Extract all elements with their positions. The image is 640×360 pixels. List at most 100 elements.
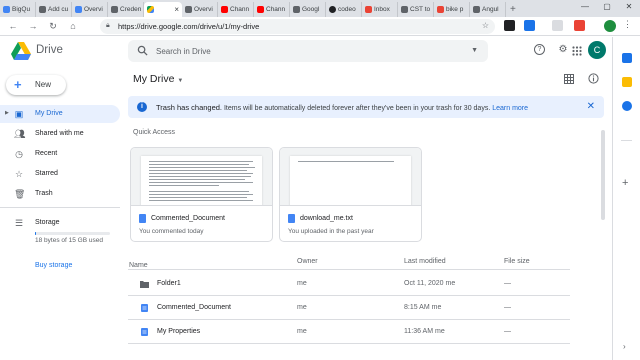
page-title[interactable]: My Drive ▼: [133, 73, 183, 85]
storage-progress-fill: [35, 232, 37, 235]
storage-icon: ☰: [14, 218, 24, 228]
dropdown-caret-icon: ▼: [177, 78, 184, 84]
browser-menu-icon[interactable]: ⋮: [623, 19, 632, 30]
browser-tab[interactable]: Overvi: [72, 2, 108, 17]
grid-view-icon[interactable]: [564, 74, 574, 84]
minimize-button[interactable]: —: [574, 0, 596, 14]
info-icon[interactable]: [588, 73, 599, 84]
thumbnail-page: [290, 156, 411, 205]
back-arrow-icon[interactable]: ←: [6, 21, 20, 31]
extension-icon[interactable]: [524, 20, 535, 31]
account-avatar[interactable]: C: [588, 41, 606, 59]
banner-body: Items will be automatically deleted fore…: [222, 105, 493, 112]
browser-tab[interactable]: Creden: [108, 2, 144, 17]
sidebar-item-label: Starred: [35, 170, 58, 177]
card-file-name: Commented_Document: [151, 215, 225, 222]
sidebar-item-starred[interactable]: ☆ Starred: [0, 165, 120, 183]
browser-tab[interactable]: Overvi: [182, 2, 218, 17]
table-row[interactable]: Commented_Document me 8:15 AM me —: [128, 296, 570, 320]
scrollbar[interactable]: [601, 130, 605, 220]
keep-icon[interactable]: [622, 77, 632, 87]
reload-icon[interactable]: ↻: [46, 21, 60, 32]
learn-more-link[interactable]: Learn more: [492, 105, 528, 112]
new-button[interactable]: + New: [6, 75, 66, 95]
browser-tab[interactable]: Chann: [218, 2, 254, 17]
tab-label: Chann: [266, 6, 286, 13]
forward-arrow-icon[interactable]: →: [26, 21, 40, 31]
tab-favicon-icon: [3, 6, 10, 13]
card-activity: You commented today: [139, 228, 204, 235]
browser-tab[interactable]: Add cu: [36, 2, 72, 17]
buy-storage-link[interactable]: Buy storage: [35, 262, 72, 269]
table-row[interactable]: My Properties me 11:36 AM me —: [128, 320, 570, 344]
close-window-button[interactable]: ✕: [618, 0, 640, 14]
close-tab-icon[interactable]: ×: [174, 5, 179, 14]
tab-favicon-icon: [437, 6, 444, 13]
browser-tab-active[interactable]: ×: [144, 2, 182, 17]
browser-tab[interactable]: Chann: [254, 2, 290, 17]
search-icon[interactable]: [137, 45, 148, 56]
extension-icon[interactable]: [552, 20, 563, 31]
browser-profile-avatar[interactable]: [604, 20, 616, 32]
settings-gear-icon[interactable]: ⚙: [557, 44, 569, 56]
drive-logo-icon[interactable]: [11, 42, 31, 60]
panel-divider: [621, 140, 632, 141]
card-file-name: download_me.txt: [300, 215, 353, 222]
extension-icon[interactable]: [504, 20, 515, 31]
file-name: My Properties: [157, 328, 201, 335]
youtube-favicon-icon: [257, 6, 264, 13]
app-name[interactable]: Drive: [36, 44, 63, 56]
hide-panel-icon[interactable]: ›: [623, 342, 626, 351]
column-modified[interactable]: Last modified: [404, 258, 446, 265]
tab-label: bike p: [446, 6, 464, 13]
address-bar[interactable]: 🔒︎ https://drive.google.com/drive/u/1/my…: [100, 19, 495, 34]
file-modified: Oct 11, 2020 me: [404, 280, 456, 287]
banner-text: Trash has changed. Items will be automat…: [156, 103, 528, 112]
tab-label: CST to: [410, 6, 431, 13]
sidebar-item-shared[interactable]: 👥︎ Shared with me: [0, 125, 120, 143]
sort-arrow-icon[interactable]: ↑: [137, 262, 141, 269]
column-owner[interactable]: Owner: [297, 258, 318, 265]
quick-access-card[interactable]: Commented_Document You commented today: [130, 147, 273, 242]
expand-caret-icon[interactable]: ▶: [5, 110, 9, 116]
youtube-favicon-icon: [221, 6, 228, 13]
table-row[interactable]: Folder1 me Oct 11, 2020 me —: [128, 272, 570, 296]
search-bar[interactable]: Search in Drive ▼: [128, 40, 488, 62]
help-icon[interactable]: ?: [534, 44, 545, 55]
new-tab-button[interactable]: +: [506, 3, 520, 17]
sidebar-item-my-drive[interactable]: ▶ ▣ My Drive: [0, 105, 120, 123]
close-icon[interactable]: ✕: [587, 101, 595, 112]
google-apps-icon[interactable]: [572, 46, 582, 56]
sidebar-item-label: Recent: [35, 150, 58, 157]
column-size[interactable]: File size: [504, 258, 530, 265]
quick-access-card[interactable]: download_me.txt You uploaded in the past…: [279, 147, 422, 242]
browser-tab[interactable]: CST to: [398, 2, 434, 17]
tasks-icon[interactable]: [622, 101, 632, 111]
browser-tab[interactable]: Inbox: [362, 2, 398, 17]
file-name: Commented_Document: [157, 304, 231, 311]
maximize-button[interactable]: ▢: [596, 0, 618, 14]
drive-icon: ▣: [14, 109, 24, 119]
extension-icon[interactable]: [574, 20, 585, 31]
add-addon-icon[interactable]: +: [622, 177, 628, 189]
sidebar-item-recent[interactable]: ◷ Recent: [0, 145, 120, 163]
file-modified: 11:36 AM me: [404, 328, 445, 335]
sidebar-item-label: My Drive: [35, 110, 63, 117]
search-options-icon[interactable]: ▼: [471, 47, 478, 54]
browser-tab[interactable]: bike p: [434, 2, 470, 17]
info-icon: i: [137, 102, 147, 112]
tab-label: Add cu: [48, 6, 69, 13]
sidebar: + New ▶ ▣ My Drive 👥︎ Shared with me ◷ R…: [0, 66, 120, 360]
bookmark-star-icon[interactable]: ☆: [482, 21, 489, 30]
calendar-icon[interactable]: [622, 53, 632, 63]
url-text: https://drive.google.com/drive/u/1/my-dr…: [118, 22, 260, 31]
sidebar-item-trash[interactable]: 🗑︎ Trash: [0, 185, 120, 203]
search-input[interactable]: Search in Drive: [156, 47, 211, 56]
google-docs-icon: [141, 328, 148, 336]
home-icon[interactable]: ⌂: [66, 21, 80, 31]
sidebar-item-storage[interactable]: ☰ Storage: [0, 214, 120, 232]
browser-tab[interactable]: Googl: [290, 2, 326, 17]
browser-tab[interactable]: codeo: [326, 2, 362, 17]
browser-tab[interactable]: BigQu: [0, 2, 36, 17]
browser-tab[interactable]: Angul: [470, 2, 506, 17]
